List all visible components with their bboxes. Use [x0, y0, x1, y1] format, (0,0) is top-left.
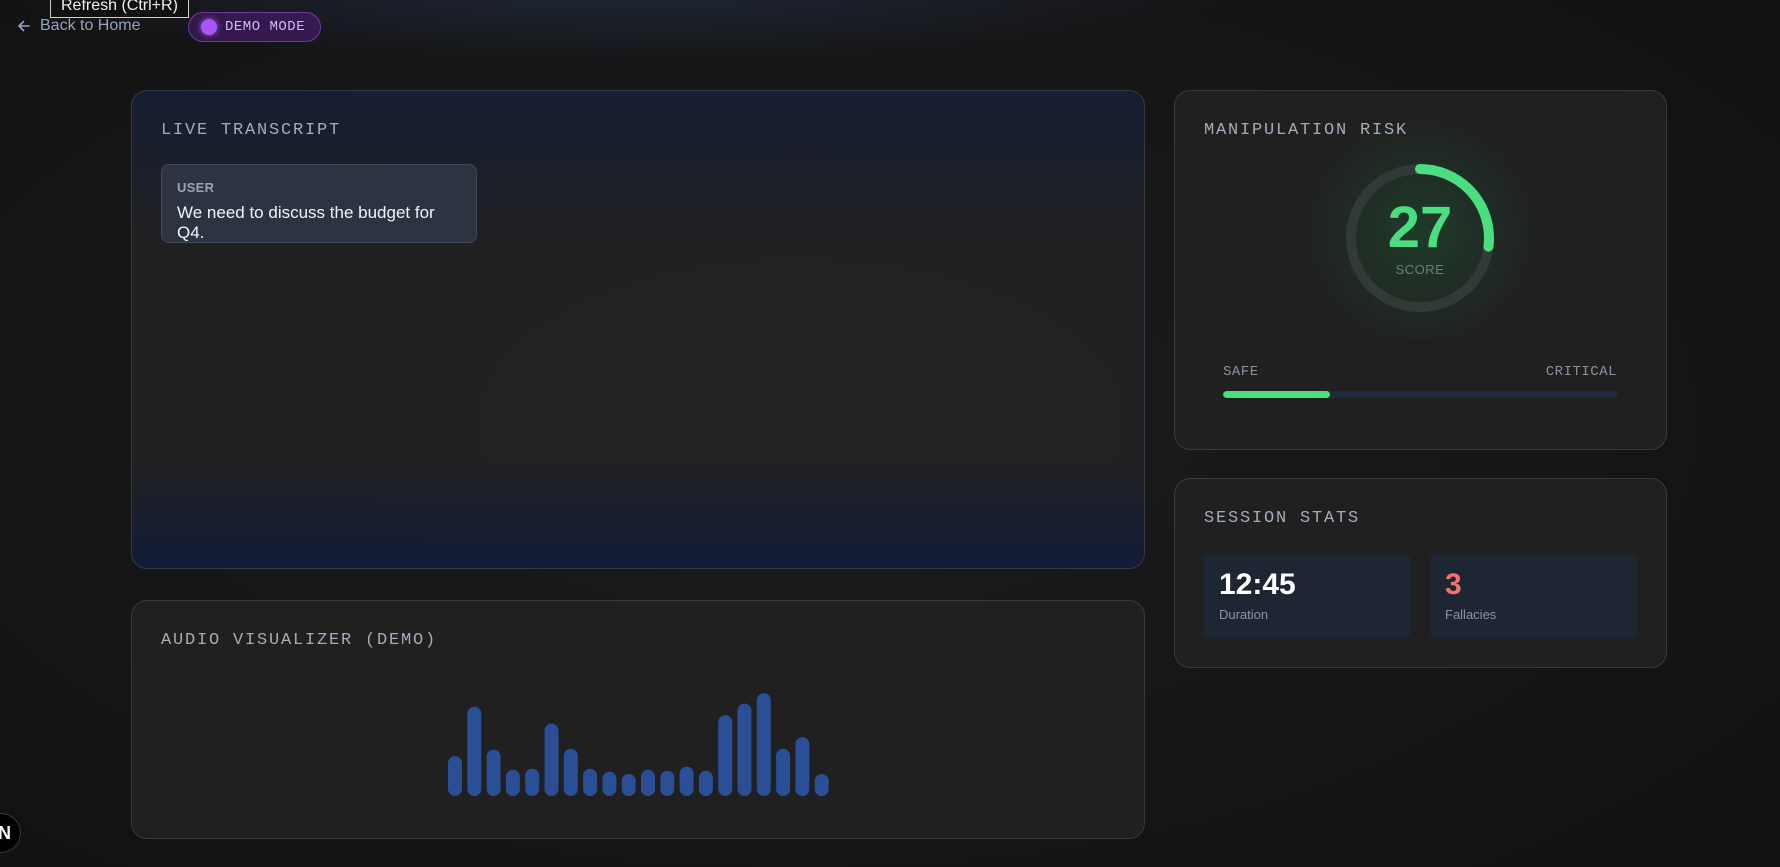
stat-duration-value: 12:45: [1219, 568, 1296, 601]
audio-bar: [756, 693, 771, 796]
audio-bar: [660, 770, 675, 796]
audio-bar: [621, 774, 636, 796]
risk-score-value: 27: [1387, 195, 1453, 260]
audio-visualizer-title: AUDIO VISUALIZER (DEMO): [161, 631, 438, 650]
audio-bar: [737, 703, 752, 796]
scale-safe-label: SAFE: [1223, 364, 1259, 380]
audio-bar: [602, 771, 617, 796]
session-stats-panel: SESSION STATS 12:45 Duration 3 Fallacies: [1174, 478, 1667, 668]
session-stats-title: SESSION STATS: [1204, 509, 1361, 528]
risk-progress-track: [1223, 391, 1618, 398]
message-role: USER: [177, 180, 215, 195]
stat-fallacies-label: Fallacies: [1445, 607, 1497, 622]
audio-bars: [448, 693, 829, 796]
audio-bar: [718, 715, 733, 796]
audio-bar: [795, 737, 810, 796]
risk-score-label: SCORE: [1395, 262, 1445, 277]
demo-mode-badge: DEMO MODE: [188, 12, 322, 42]
audio-bar: [679, 766, 694, 796]
audio-bar: [583, 768, 598, 796]
stat-fallacies-value: 3: [1445, 568, 1462, 601]
audio-bar: [467, 706, 482, 796]
audio-bar: [776, 748, 791, 796]
audio-bar: [525, 768, 540, 796]
arrow-left-icon: [18, 20, 30, 32]
stat-duration: 12:45 Duration: [1204, 553, 1411, 639]
back-to-home-label: Back to Home: [40, 17, 141, 34]
audio-bar: [641, 769, 655, 796]
status-dot-icon: [201, 19, 217, 35]
audio-visualizer-panel: AUDIO VISUALIZER (DEMO): [131, 600, 1145, 839]
scale-critical-label: CRITICAL: [1545, 364, 1617, 380]
audio-bar: [814, 774, 829, 796]
audio-bar: [544, 723, 559, 796]
stat-fallacies: 3 Fallacies: [1430, 553, 1637, 639]
audio-bar: [448, 756, 462, 796]
transcript-message: USER We need to discuss the budget for Q…: [161, 164, 477, 243]
audio-bar: [698, 770, 713, 796]
audio-bar: [563, 748, 578, 796]
stat-duration-label: Duration: [1219, 607, 1269, 622]
back-to-home-link[interactable]: Back to Home: [16, 17, 140, 35]
risk-progress-fill: [1223, 391, 1330, 398]
live-transcript-panel: LIVE TRANSCRIPT USER We need to discuss …: [131, 90, 1145, 569]
dev-indicator-button[interactable]: N: [0, 813, 21, 853]
manipulation-risk-panel: MANIPULATION RISK 27 SCORE SAFE CRITICAL: [1174, 90, 1667, 450]
audio-bar: [505, 769, 520, 796]
refresh-tooltip: Refresh (Ctrl+R): [50, 0, 189, 18]
manipulation-risk-title: MANIPULATION RISK: [1204, 121, 1409, 140]
audio-bar: [486, 749, 501, 796]
demo-mode-label: DEMO MODE: [225, 19, 306, 35]
message-text: We need to discuss the budget for Q4.: [177, 203, 435, 242]
live-transcript-title: LIVE TRANSCRIPT: [161, 121, 342, 140]
